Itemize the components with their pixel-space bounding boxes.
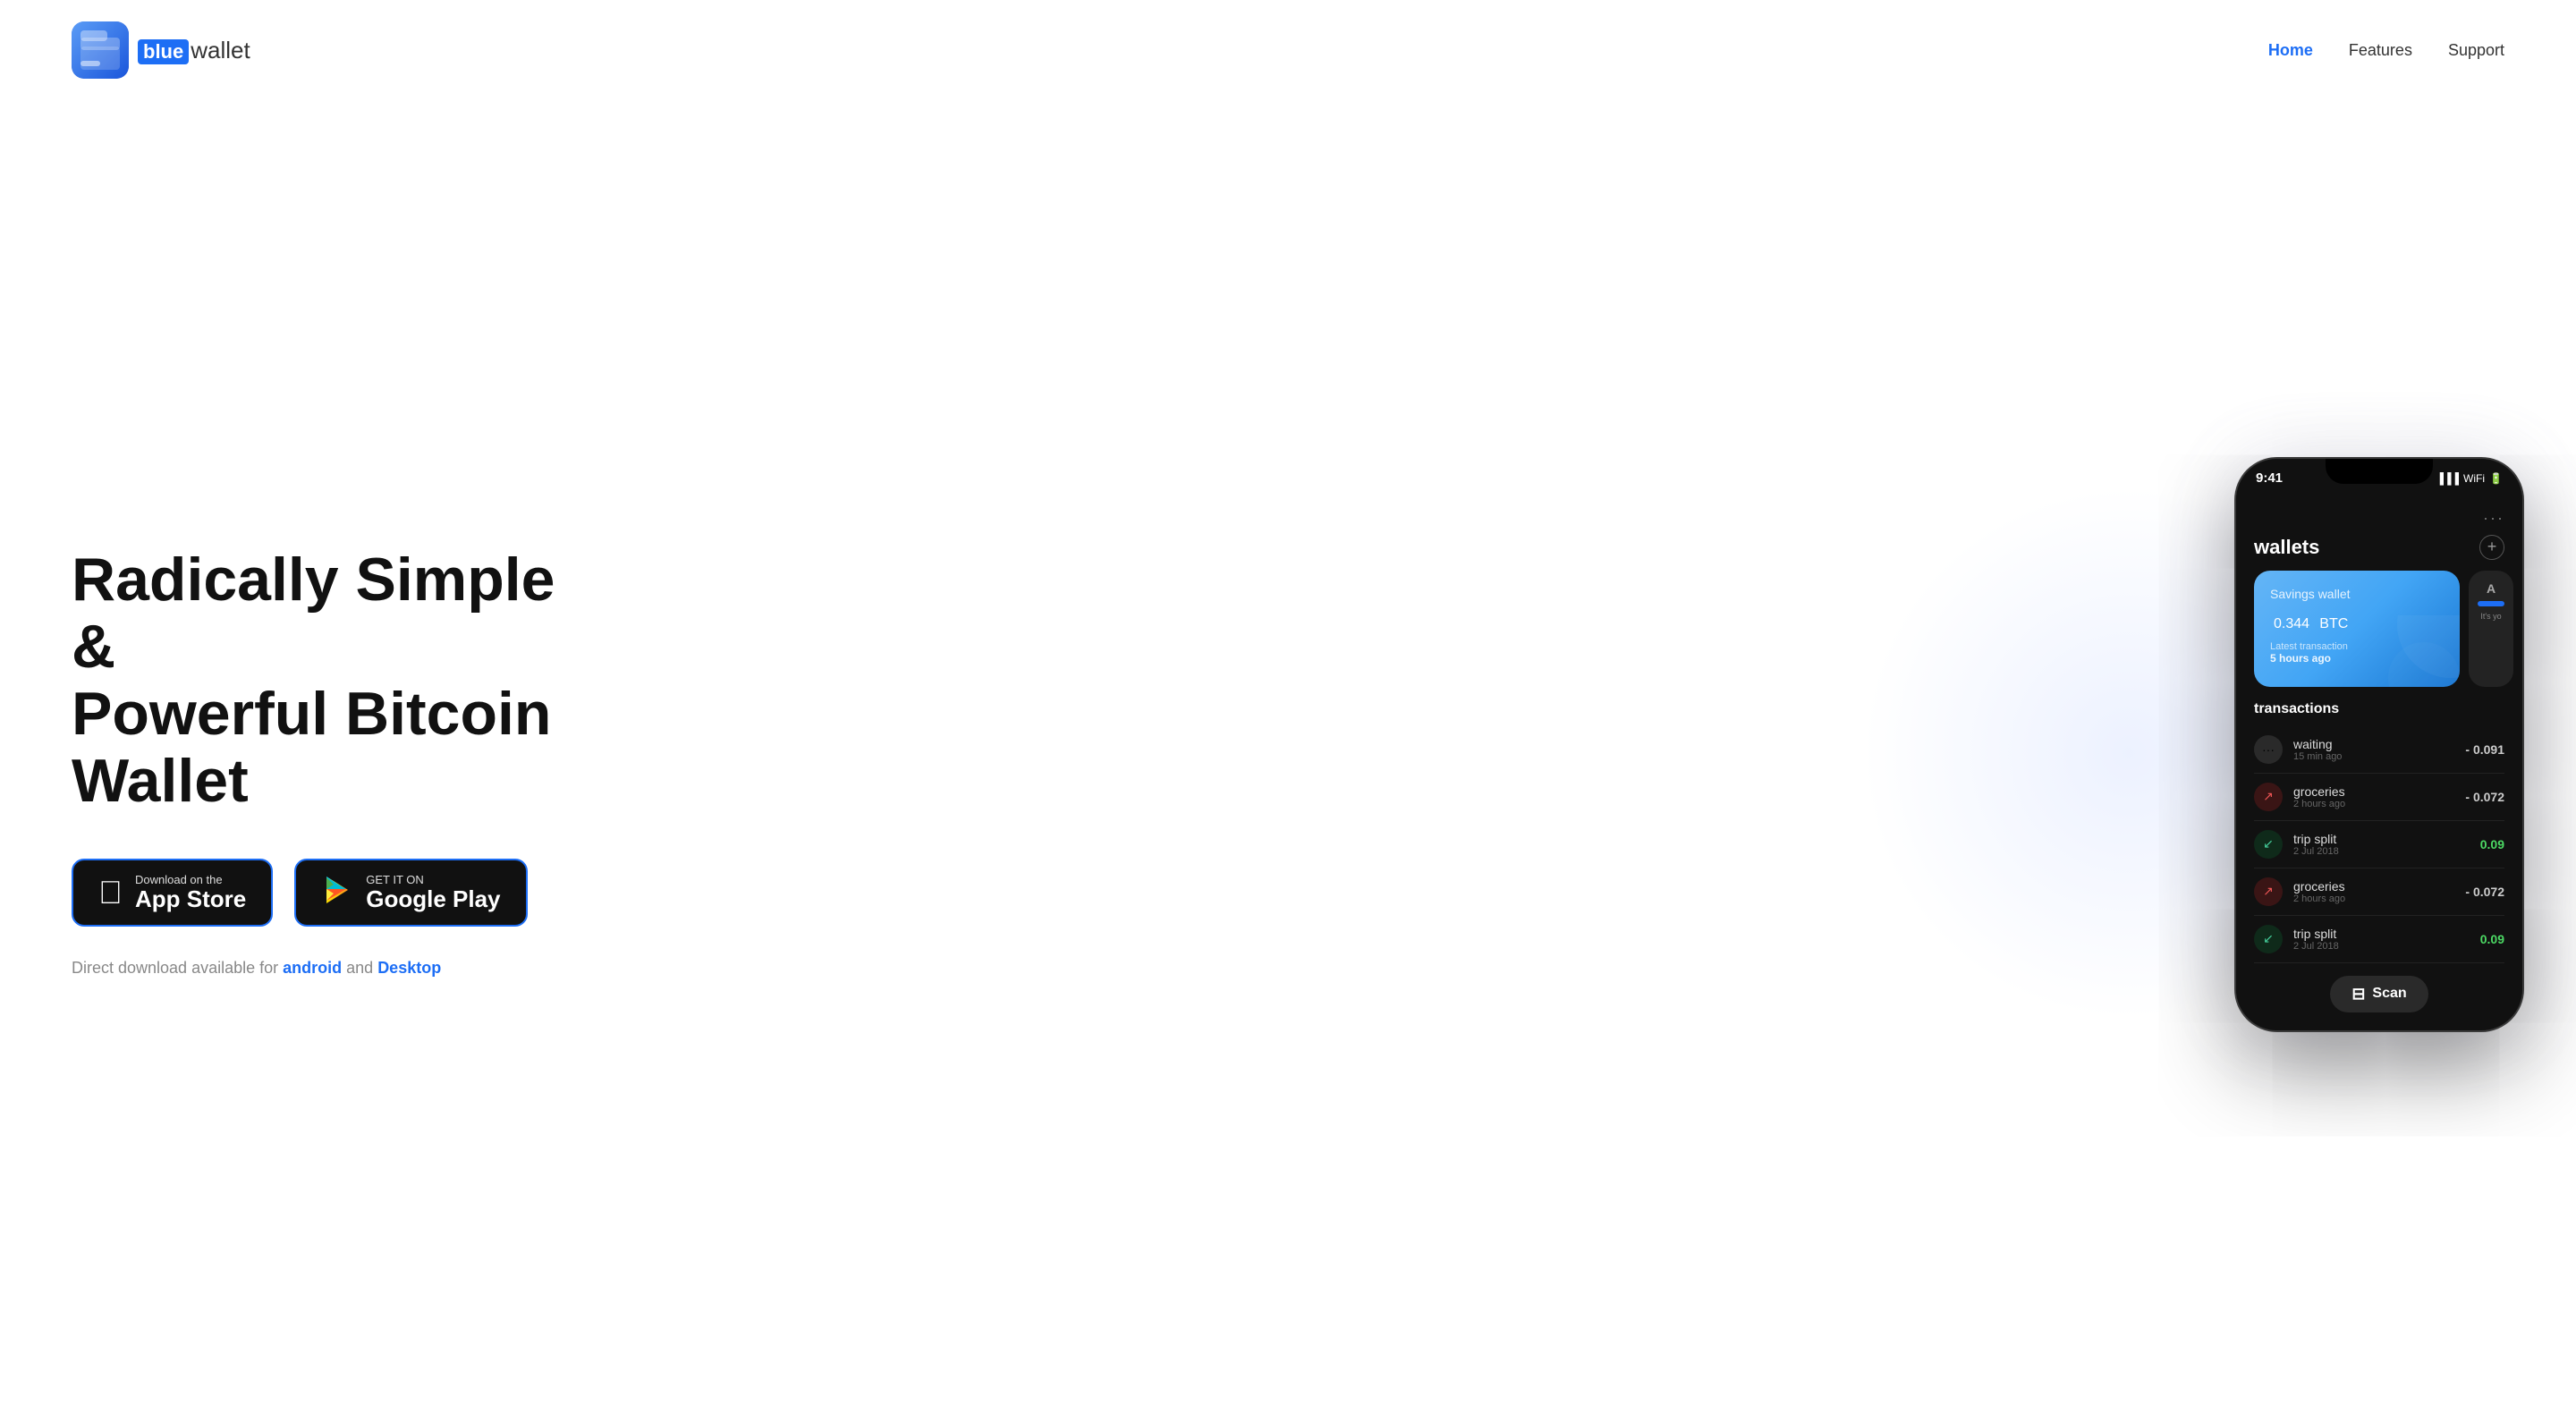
tx-time: 15 min ago [2293,751,2454,762]
tx-icon: ↙ [2254,830,2283,859]
nav-item-features[interactable]: Features [2349,41,2412,60]
hero-text: Radically Simple & Powerful Bitcoin Wall… [72,511,608,978]
wallets-header: wallets + [2236,528,2522,571]
dots-menu[interactable]: ··· [2483,509,2504,528]
hero-section: Radically Simple & Powerful Bitcoin Wall… [0,100,2576,1406]
scan-button[interactable]: ⊟ Scan [2330,976,2428,1012]
wallets-title: wallets [2254,536,2319,559]
tx-time: 2 hours ago [2293,894,2454,904]
tx-icon: ↗ [2254,783,2283,811]
tx-info: waiting 15 min ago [2293,737,2454,762]
tx-amount: 0.09 [2480,932,2504,946]
tx-icon: ··· [2254,735,2283,764]
transactions-list: ··· waiting 15 min ago - 0.091 ↗ groceri… [2254,726,2504,963]
android-link[interactable]: android [283,959,342,977]
app-store-text: Download on the App Store [135,873,246,912]
app-store-button[interactable]:  Download on the App Store [72,859,273,927]
transaction-row[interactable]: ··· waiting 15 min ago - 0.091 [2254,726,2504,774]
tx-icon: ↙ [2254,925,2283,953]
nav-links: Home Features Support [2268,41,2504,60]
battery-icon: 🔋 [2489,472,2503,485]
phone-mockup: 9:41 ▐▐▐ WiFi 🔋 ··· wallets + [2236,459,2522,1030]
transaction-row[interactable]: ↙ trip split 2 Jul 2018 0.09 [2254,821,2504,868]
tx-time: 2 Jul 2018 [2293,846,2470,857]
apple-icon:  [98,877,123,909]
phone-header: ··· [2236,498,2522,528]
tx-info: groceries 2 hours ago [2293,879,2454,904]
tx-name: trip split [2293,832,2470,846]
scan-btn-area: ⊟ Scan [2236,963,2522,1030]
transaction-row[interactable]: ↗ groceries 2 hours ago - 0.072 [2254,868,2504,916]
logo-icon [72,21,129,79]
second-wallet-bar [2478,601,2504,606]
google-play-text: GET IT ON Google Play [366,873,500,912]
tx-amount: 0.09 [2480,837,2504,851]
hero-title: Radically Simple & Powerful Bitcoin Wall… [72,546,608,814]
scan-label: Scan [2372,986,2406,1002]
tx-info: groceries 2 hours ago [2293,784,2454,809]
phone-status-icons: ▐▐▐ WiFi 🔋 [2436,472,2503,485]
download-text: Direct download available for android an… [72,959,608,978]
tx-time: 2 hours ago [2293,799,2454,809]
tx-time: 2 Jul 2018 [2293,941,2470,952]
store-buttons:  Download on the App Store [72,859,608,927]
tx-amount: - 0.072 [2465,790,2504,804]
google-play-icon [321,874,353,911]
second-wallet-label: A [2487,581,2496,596]
desktop-link[interactable]: Desktop [377,959,441,977]
signal-icon: ▐▐▐ [2436,472,2460,485]
tx-amount: - 0.072 [2465,885,2504,899]
second-wallet-sub: It's yo [2480,612,2501,621]
phone-screen: ··· wallets + Savings wallet 0.344 BTC [2236,498,2522,1030]
tx-name: trip split [2293,927,2470,941]
google-play-button[interactable]: GET IT ON Google Play [294,859,527,927]
wallet-cards: Savings wallet 0.344 BTC Latest transact… [2236,571,2522,701]
wifi-icon: WiFi [2463,472,2485,485]
phone-notch [2326,459,2433,484]
tx-info: trip split 2 Jul 2018 [2293,832,2470,857]
nav-item-home[interactable]: Home [2268,41,2313,60]
nav-link-features[interactable]: Features [2349,41,2412,59]
transactions-title: transactions [2254,701,2504,717]
transaction-row[interactable]: ↙ trip split 2 Jul 2018 0.09 [2254,916,2504,963]
tx-icon: ↗ [2254,877,2283,906]
wallet-card-name: Savings wallet [2270,587,2444,601]
tx-name: groceries [2293,784,2454,799]
nav-link-support[interactable]: Support [2448,41,2504,59]
tx-amount: - 0.091 [2465,742,2504,757]
logo[interactable]: blue wallet [72,21,250,79]
nav-link-home[interactable]: Home [2268,41,2313,59]
savings-wallet-card[interactable]: Savings wallet 0.344 BTC Latest transact… [2254,571,2460,687]
scan-icon: ⊟ [2351,985,2365,1004]
phone-frame: 9:41 ▐▐▐ WiFi 🔋 ··· wallets + [2236,459,2522,1030]
add-wallet-button[interactable]: + [2479,535,2504,560]
logo-wallet-label: wallet [191,37,250,64]
transactions-section: transactions ··· waiting 15 min ago - 0.… [2236,701,2522,963]
tx-info: trip split 2 Jul 2018 [2293,927,2470,952]
logo-text: blue wallet [138,37,250,64]
logo-blue-label: blue [138,39,189,64]
navbar: blue wallet Home Features Support [0,0,2576,100]
tx-name: waiting [2293,737,2454,751]
phone-time: 9:41 [2256,470,2283,486]
second-wallet-card[interactable]: A It's yo [2469,571,2513,687]
transaction-row[interactable]: ↗ groceries 2 hours ago - 0.072 [2254,774,2504,821]
tx-name: groceries [2293,879,2454,894]
nav-item-support[interactable]: Support [2448,41,2504,60]
phone-status-bar: 9:41 ▐▐▐ WiFi 🔋 [2236,459,2522,498]
